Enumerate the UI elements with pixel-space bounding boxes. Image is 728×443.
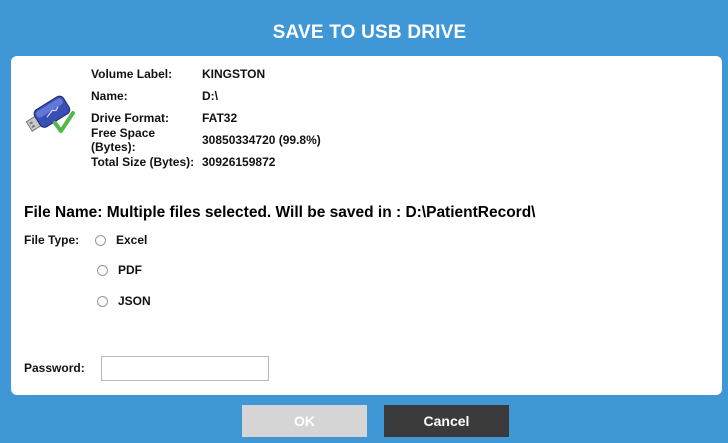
file-type-option-pdf[interactable]: PDF [97,263,142,277]
drive-format-value: FAT32 [202,111,238,125]
json-radio-button[interactable] [97,295,108,307]
drive-name-row: Name: D:\ [91,86,218,106]
pdf-option-label: PDF [118,263,142,277]
dialog-content-panel: Volume Label: KINGSTON Name: D:\ Drive F… [11,56,722,395]
file-name-text: File Name: Multiple files selected. Will… [24,204,536,221]
usb-drive-check-icon [21,89,75,137]
volume-label-value: KINGSTON [202,67,266,81]
free-space-value: 30850334720 (99.8%) [202,133,321,147]
file-type-option-json[interactable]: JSON [97,294,151,308]
ok-button[interactable]: OK [242,405,367,437]
total-size-row: Total Size (Bytes): 30926159872 [91,152,275,172]
cancel-button[interactable]: Cancel [384,405,509,437]
drive-format-row: Drive Format: FAT32 [91,108,237,128]
file-type-option-excel[interactable]: Excel [95,233,147,247]
volume-label-row: Volume Label: KINGSTON [91,64,265,84]
password-input[interactable] [101,356,269,381]
total-size-value: 30926159872 [202,155,276,169]
json-option-label: JSON [118,294,151,308]
dialog-title: SAVE TO USB DRIVE [272,22,467,43]
drive-name-value: D:\ [202,89,218,103]
free-space-row: Free Space (Bytes): 30850334720 (99.8%) [91,126,321,154]
drive-format-label: Drive Format: [91,111,170,125]
excel-option-label: Excel [116,233,148,247]
total-size-label: Total Size (Bytes): [91,155,195,169]
drive-name-label: Name: [91,89,128,103]
excel-radio-button[interactable] [95,234,106,246]
save-to-usb-dialog: SAVE TO USB DRIVE Volume Label: KINGSTON… [0,0,728,443]
password-label: Password: [24,361,85,375]
volume-label-label: Volume Label: [91,67,173,81]
pdf-radio-button[interactable] [97,264,108,276]
free-space-label: Free Space (Bytes): [91,126,156,154]
file-type-label: File Type: [24,233,80,247]
